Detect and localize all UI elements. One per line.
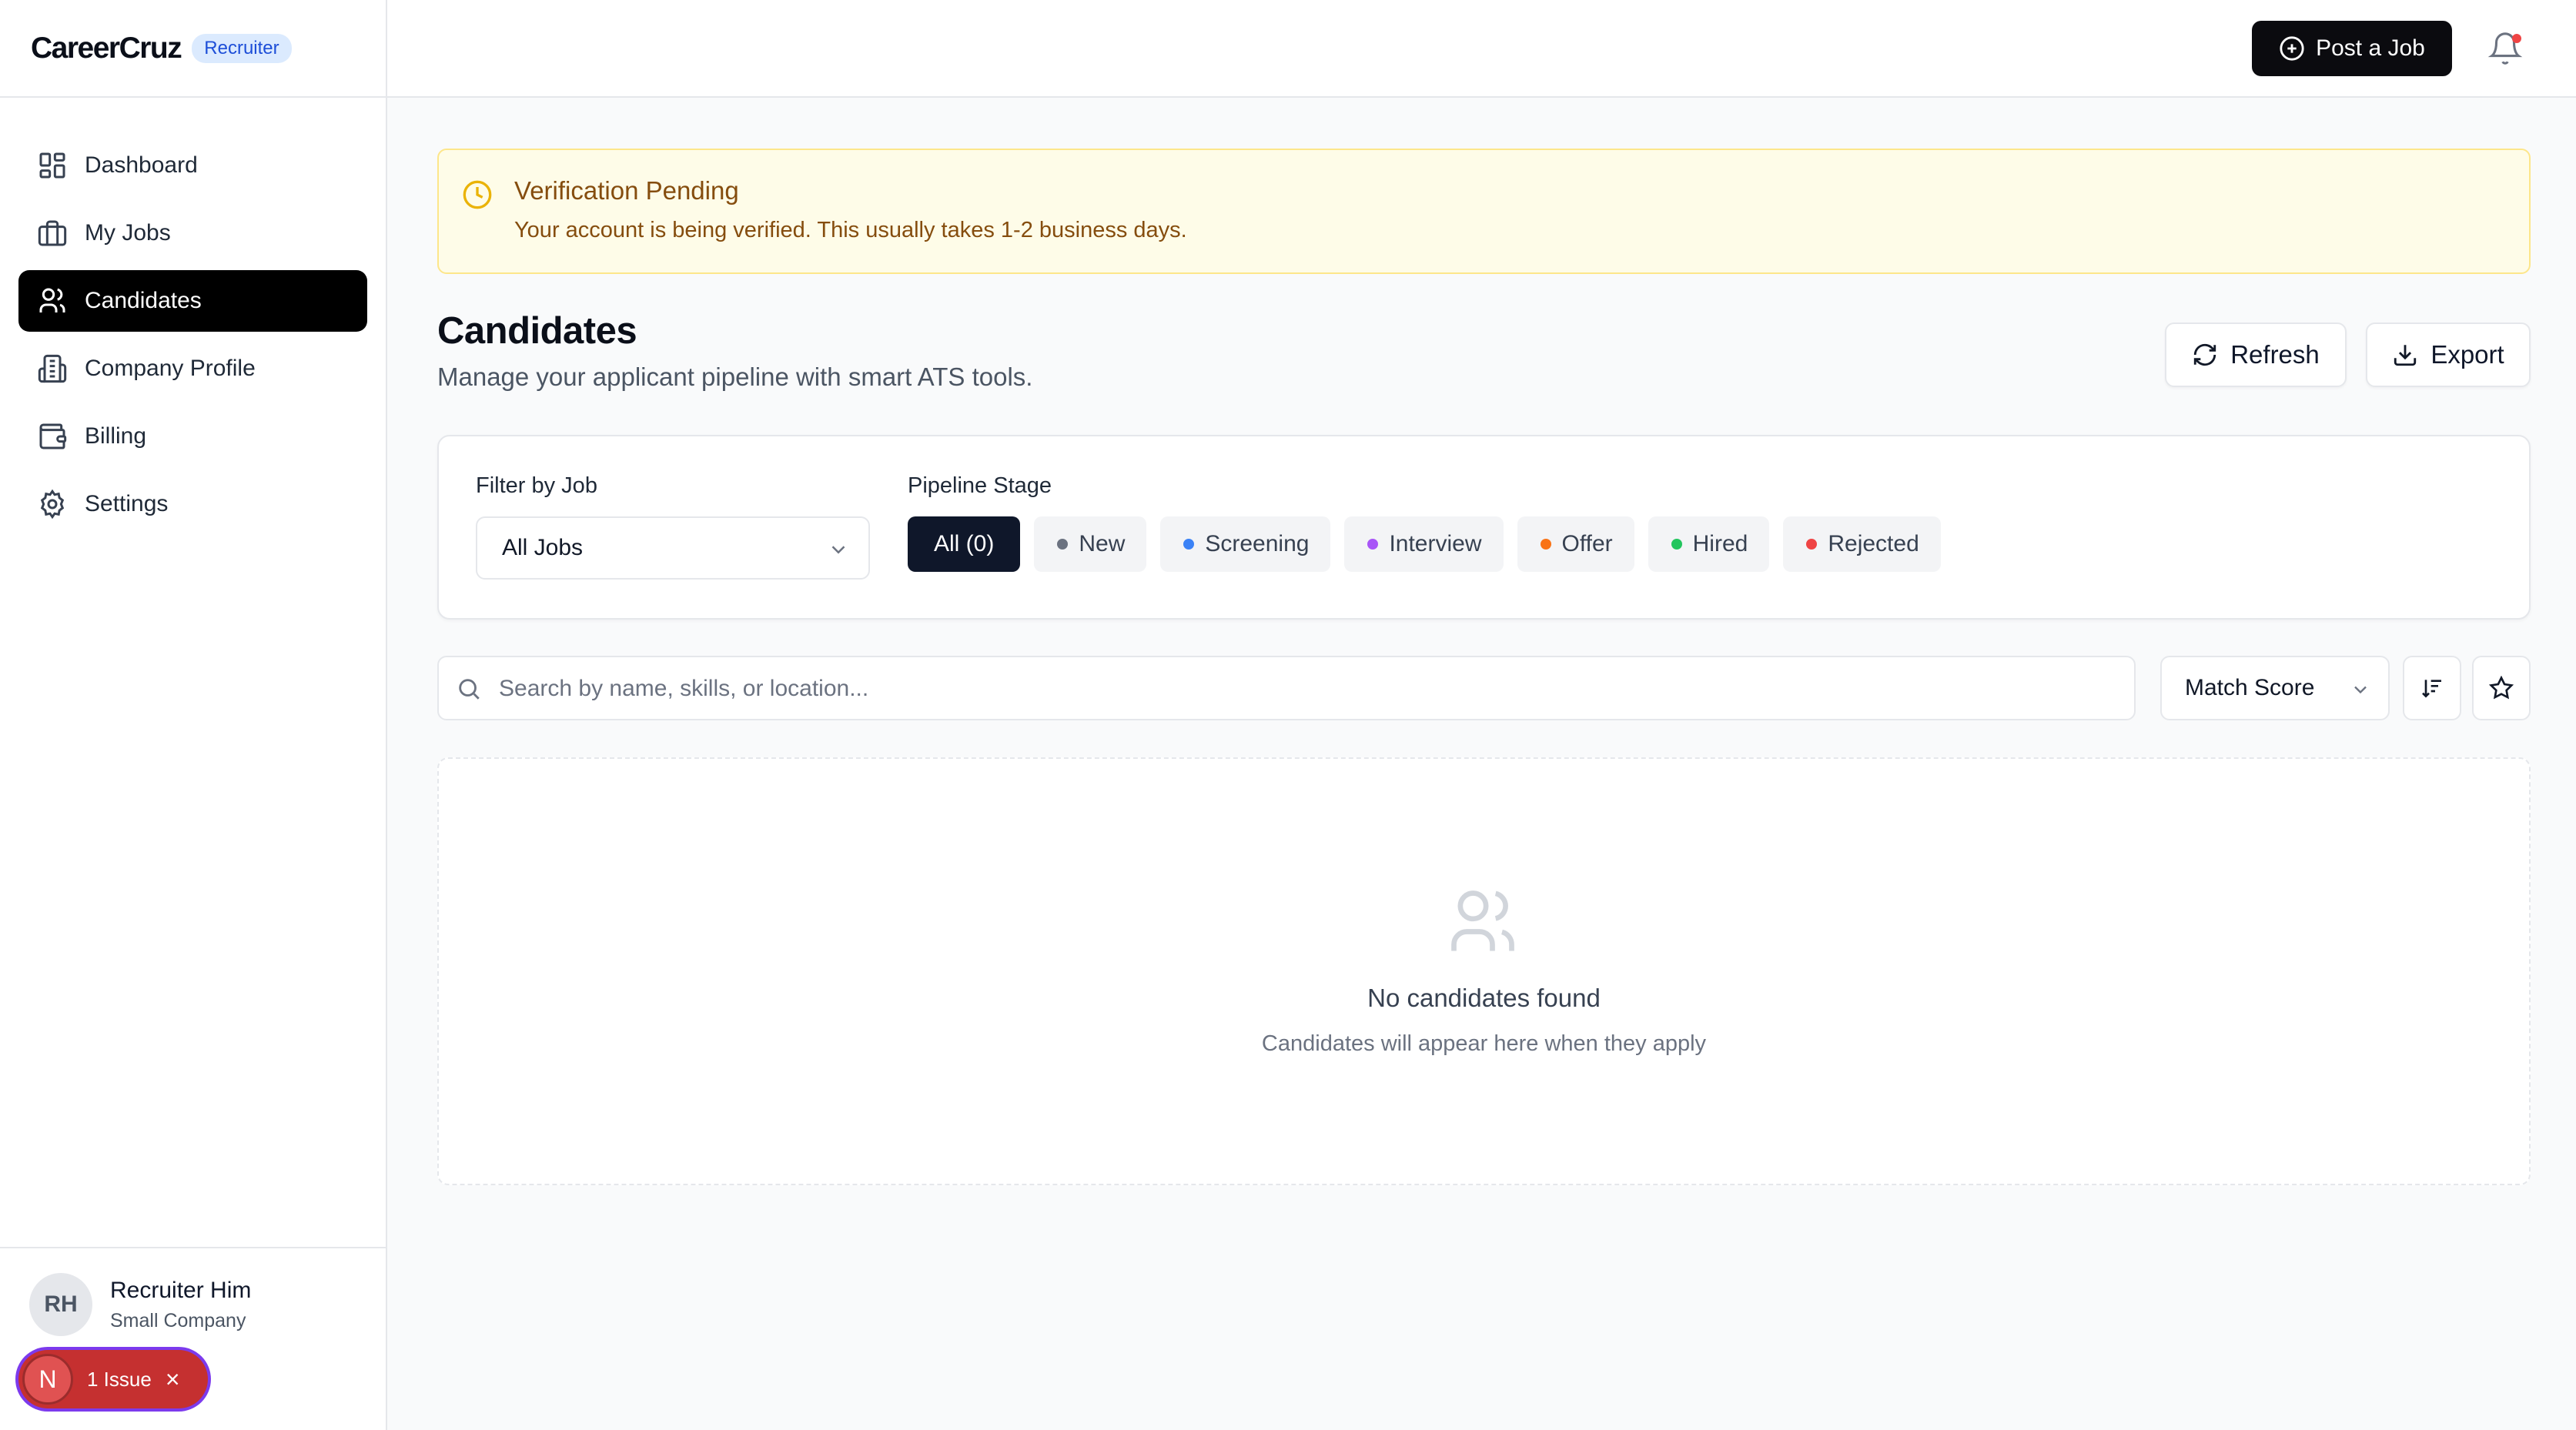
- sidebar-item-settings[interactable]: Settings: [18, 473, 367, 535]
- top-header: Post a Job: [387, 0, 2576, 98]
- user-panel: RH Recruiter Him Small Company N 1 Issue…: [0, 1247, 386, 1430]
- gear-icon: [40, 489, 65, 520]
- wallet-icon: [39, 423, 67, 449]
- sidebar-item-candidates[interactable]: Candidates: [18, 270, 367, 332]
- stage-label: Offer: [1561, 531, 1613, 556]
- sidebar-item-label: Settings: [85, 491, 169, 516]
- avatar[interactable]: RH: [29, 1273, 92, 1336]
- empty-state-subtitle: Candidates will appear here when they ap…: [1261, 1031, 1707, 1056]
- briefcase-icon: [38, 220, 67, 246]
- search-input[interactable]: [499, 668, 2116, 710]
- notification-dot: [2512, 34, 2521, 43]
- stage-interview[interactable]: Interview: [1344, 516, 1504, 572]
- export-button[interactable]: Export: [2366, 322, 2531, 387]
- stage-new[interactable]: New: [1034, 516, 1147, 572]
- sidebar-item-billing[interactable]: Billing: [18, 406, 367, 467]
- app-root: CareerCruz Recruiter Dashboard My Jobs C…: [0, 0, 2576, 1430]
- post-job-label: Post a Job: [2316, 35, 2425, 61]
- role-badge: Recruiter: [192, 33, 292, 63]
- users-icon: [39, 288, 65, 312]
- status-dot: [1540, 539, 1551, 550]
- alert-message: Your account is being verified. This usu…: [514, 218, 1187, 242]
- dashboard-icon: [39, 152, 65, 179]
- sort-value: Match Score: [2185, 675, 2315, 700]
- sort-direction-button[interactable]: [2403, 656, 2461, 720]
- post-job-button[interactable]: Post a Job: [2252, 21, 2452, 76]
- refresh-label: Refresh: [2230, 340, 2320, 369]
- export-label: Export: [2430, 340, 2504, 369]
- building-icon: [38, 354, 67, 383]
- job-filter-value: All Jobs: [502, 535, 584, 560]
- brand: CareerCruz Recruiter: [0, 0, 386, 98]
- sidebar-nav: Dashboard My Jobs Candidates Company Pro…: [0, 98, 386, 535]
- status-dot: [1057, 539, 1069, 550]
- job-filter-select[interactable]: All Jobs: [476, 516, 870, 580]
- stage-hired[interactable]: Hired: [1648, 516, 1770, 572]
- sort-select[interactable]: Match Score: [2160, 656, 2390, 720]
- stage-label: All (0): [934, 531, 995, 556]
- user-company: Small Company: [110, 1310, 246, 1331]
- refresh-button[interactable]: Refresh: [2165, 322, 2347, 387]
- issue-count-label[interactable]: 1 Issue: [87, 1368, 152, 1392]
- filter-card: Filter by Job All Jobs Pipeline Stage Al…: [437, 435, 2531, 620]
- pipeline-stage-tabs: All (0) New Screening Interview Offer Hi…: [908, 516, 1941, 572]
- user-name: Recruiter Him: [110, 1278, 252, 1303]
- refresh-icon: [2194, 343, 2216, 366]
- empty-state-title: No candidates found: [1367, 984, 1601, 1012]
- clock-icon: [463, 180, 492, 209]
- stage-label: Screening: [1205, 531, 1310, 556]
- stage-label: Interview: [1389, 531, 1482, 556]
- chevron-down-icon: [2354, 686, 2367, 694]
- sidebar-item-label: Candidates: [85, 288, 202, 313]
- brand-logo[interactable]: CareerCruz: [31, 32, 182, 65]
- sidebar-item-label: Billing: [85, 423, 147, 449]
- pipeline-stage-label: Pipeline Stage: [908, 473, 1052, 498]
- filter-job-label: Filter by Job: [476, 473, 597, 498]
- plus-circle-icon: [2280, 36, 2304, 61]
- close-icon[interactable]: ×: [166, 1367, 180, 1392]
- sidebar-item-company-profile[interactable]: Company Profile: [18, 338, 367, 399]
- status-dot: [1367, 539, 1379, 550]
- users-icon: [1451, 890, 1514, 951]
- sidebar: CareerCruz Recruiter Dashboard My Jobs C…: [0, 0, 387, 1430]
- favorites-button[interactable]: [2472, 656, 2531, 720]
- stage-label: Rejected: [1828, 531, 1919, 556]
- search-bar: [437, 656, 2136, 720]
- status-dot: [1806, 539, 1818, 550]
- issues-badge[interactable]: N 1 Issue ×: [18, 1350, 208, 1408]
- status-dot: [1183, 539, 1195, 550]
- sort-descending-icon: [2422, 680, 2441, 698]
- empty-state: No candidates found Candidates will appe…: [437, 757, 2531, 1185]
- sidebar-item-my-jobs[interactable]: My Jobs: [18, 202, 367, 264]
- page-title: Candidates: [437, 310, 637, 352]
- status-dot: [1671, 539, 1682, 550]
- sidebar-item-label: My Jobs: [85, 220, 171, 246]
- sidebar-item-label: Company Profile: [85, 356, 256, 381]
- search-icon: [459, 679, 480, 700]
- stage-screening[interactable]: Screening: [1160, 516, 1331, 572]
- stage-label: Hired: [1692, 531, 1748, 556]
- verification-alert: Verification Pending Your account is bei…: [437, 149, 2531, 274]
- stage-label: New: [1079, 531, 1126, 556]
- issue-avatar[interactable]: N: [22, 1354, 73, 1405]
- star-icon: [2489, 676, 2514, 700]
- sidebar-item-label: Dashboard: [85, 152, 198, 178]
- stage-offer[interactable]: Offer: [1517, 516, 1634, 572]
- download-icon: [2394, 345, 2417, 366]
- chevron-down-icon: [831, 546, 845, 554]
- alert-title: Verification Pending: [514, 176, 739, 205]
- stage-rejected[interactable]: Rejected: [1783, 516, 1941, 572]
- sidebar-item-dashboard[interactable]: Dashboard: [18, 135, 367, 196]
- page-subtitle: Manage your applicant pipeline with smar…: [437, 363, 1033, 391]
- stage-all[interactable]: All (0): [908, 516, 1021, 572]
